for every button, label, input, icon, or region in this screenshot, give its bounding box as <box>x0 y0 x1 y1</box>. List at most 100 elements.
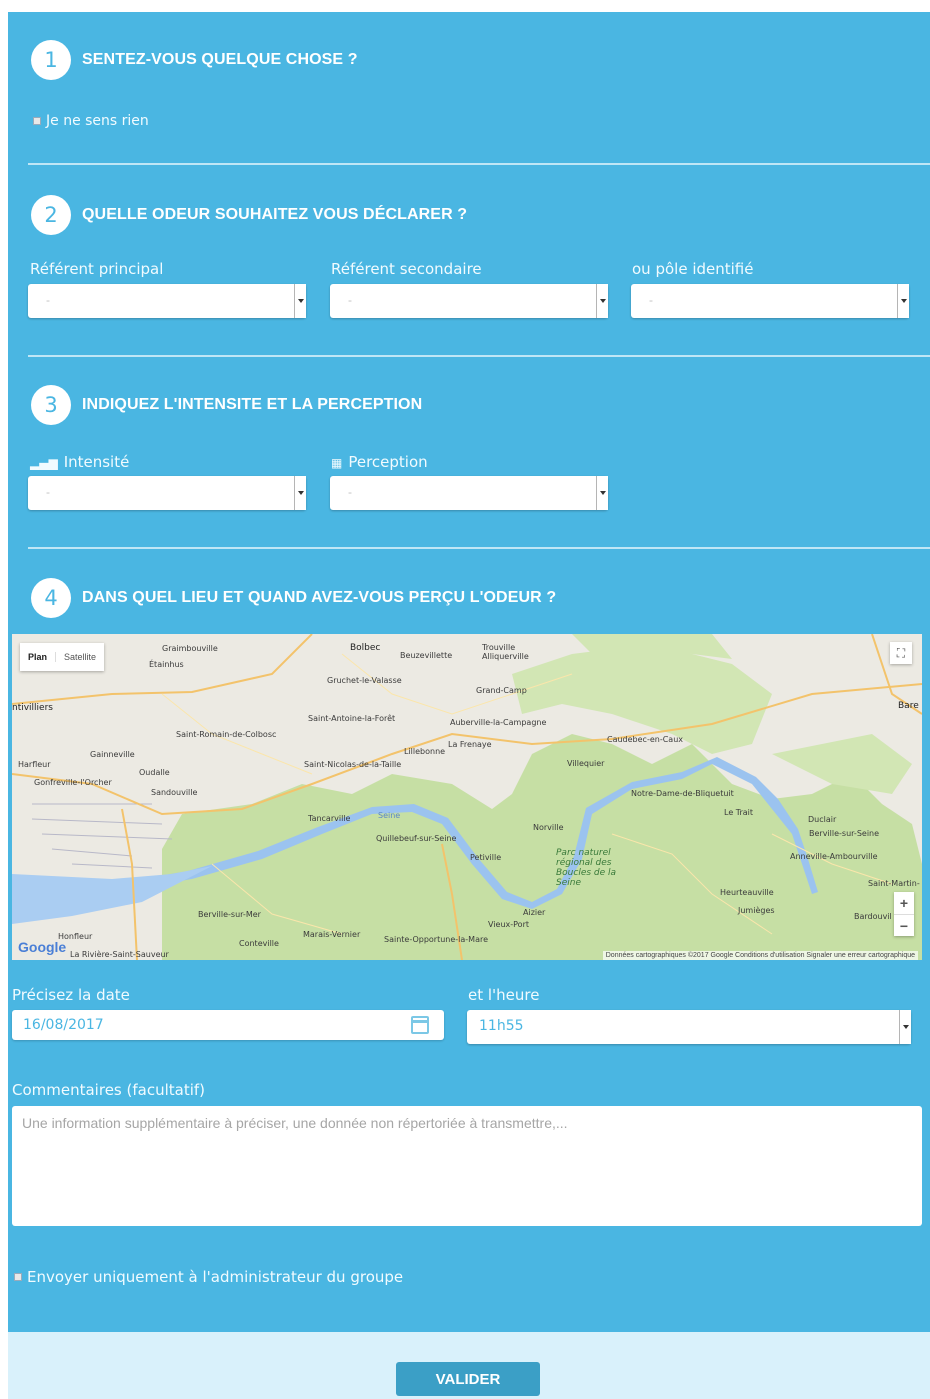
select-value: - <box>348 293 352 307</box>
step-title: QUELLE ODEUR SOUHAITEZ VOUS DÉCLARER ? <box>82 206 468 223</box>
map-label: Étainhus <box>149 660 184 669</box>
zoom-in-button[interactable]: + <box>894 892 914 914</box>
section-divider <box>28 355 930 357</box>
map-label: Bardouvil <box>854 912 892 921</box>
map-label: Saint-Romain-de-Colbosc <box>176 730 277 739</box>
table-grid-icon: ▦ <box>331 456 343 470</box>
comments-label: Commentaires (facultatif) <box>12 1081 206 1099</box>
map-label: Anneville-Ambourville <box>790 852 878 861</box>
chevron-down-icon[interactable] <box>294 476 306 510</box>
map-label: Saint-Antoine-la-Forêt <box>308 714 396 723</box>
map-label: Caudebec-en-Caux <box>607 735 684 744</box>
map-label: ntivilliers <box>12 703 53 713</box>
map-label: Bare <box>898 701 919 711</box>
map-label: Aizier <box>523 908 546 917</box>
map-attribution[interactable]: Données cartographiques ©2017 Google Con… <box>602 951 918 960</box>
comments-placeholder: Une information supplémentaire à précise… <box>22 1115 568 1131</box>
date-input[interactable]: 16/08/2017 <box>12 1010 444 1040</box>
admin-only-checkbox[interactable] <box>14 1273 22 1281</box>
map-label: Graimbouville <box>162 644 218 653</box>
identified-pole-select[interactable]: - <box>631 284 909 318</box>
map-label: Quillebeuf-sur-Seine <box>376 834 457 843</box>
map-label: Marais-Vernier <box>303 930 361 939</box>
map-label: Norville <box>533 823 564 832</box>
comments-textarea[interactable]: Une information supplémentaire à précise… <box>12 1106 922 1226</box>
map-label: Trouville Alliquerville <box>482 643 529 661</box>
map-label: La Frenaye <box>448 740 492 749</box>
date-value: 16/08/2017 <box>23 1017 104 1033</box>
map-label: Gruchet-le-Valasse <box>327 676 402 685</box>
time-label: et l'heure <box>468 986 540 1004</box>
chevron-down-icon[interactable] <box>897 284 909 318</box>
calendar-icon[interactable] <box>411 1016 429 1034</box>
map-label: Tancarville <box>308 814 351 823</box>
secondary-referent-label: Référent secondaire <box>331 260 482 278</box>
intensity-label: Intensité <box>63 453 130 471</box>
perception-label: Perception <box>348 453 428 471</box>
map-label: Oudalle <box>139 768 170 777</box>
signal-bars-icon: ▂▄▆ <box>30 456 58 470</box>
intensity-label-row: ▂▄▆ Intensité <box>30 453 129 471</box>
secondary-referent-select[interactable]: - <box>330 284 608 318</box>
step-number-badge: 3 <box>31 385 71 425</box>
chevron-down-icon[interactable] <box>596 476 608 510</box>
step-title: SENTEZ-VOUS QUELQUE CHOSE ? <box>82 51 358 68</box>
perception-label-row: ▦ Perception <box>331 453 428 471</box>
main-referent-select[interactable]: - <box>28 284 306 318</box>
section-divider <box>28 547 930 549</box>
date-label: Précisez la date <box>12 986 130 1004</box>
map-label: Saint-Martin- <box>868 879 920 888</box>
map-type-control[interactable]: Plan Satellite <box>20 643 105 671</box>
map-label: Berville-sur-Mer <box>198 910 261 919</box>
chevron-down-icon[interactable] <box>294 284 306 318</box>
select-value: - <box>46 293 50 307</box>
chevron-down-icon[interactable] <box>899 1010 911 1044</box>
intensity-select[interactable]: - <box>28 476 306 510</box>
no-smell-checkbox-row[interactable]: Je ne sens rien <box>33 113 149 129</box>
admin-only-checkbox-row[interactable]: Envoyer uniquement à l'administrateur du… <box>14 1268 403 1286</box>
select-value: - <box>649 293 653 307</box>
map-label: Lillebonne <box>404 747 446 756</box>
perception-select[interactable]: - <box>330 476 608 510</box>
no-smell-checkbox[interactable] <box>33 117 41 125</box>
map-label: Notre-Dame-de-Bliquetuit <box>631 789 734 798</box>
map-tiles <box>12 634 922 960</box>
map-label: Gonfreville-l'Orcher <box>34 778 112 787</box>
map-label: Gainneville <box>90 750 135 759</box>
map-label: Seine <box>378 811 401 820</box>
map-label: Le Trait <box>724 808 754 817</box>
map-label: Bolbec <box>350 643 381 653</box>
map-label: Saint-Nicolas-de-la-Taille <box>304 760 402 769</box>
step-3-header: 3 INDIQUEZ L'INTENSITE ET LA PERCEPTION <box>31 385 422 425</box>
zoom-out-button[interactable]: − <box>894 915 914 937</box>
map-label: Jumièges <box>738 906 775 915</box>
map-label: La Rivière-Saint-Sauveur <box>70 950 169 959</box>
map-label: Duclair <box>808 815 837 824</box>
submit-button[interactable]: VALIDER <box>396 1362 540 1396</box>
time-select[interactable]: 11h55 <box>467 1010 911 1044</box>
map-type-plan[interactable]: Plan <box>20 652 55 662</box>
map-label: Grand-Camp <box>476 686 527 695</box>
step-number-badge: 4 <box>31 578 71 618</box>
zoom-control[interactable]: + − <box>894 892 914 936</box>
map-label: Berville-sur-Seine <box>809 829 880 838</box>
location-map[interactable]: Plan Satellite ⛶ + − Graimbouville Étain… <box>12 634 922 960</box>
map-label: Auberville-la-Campagne <box>450 718 547 727</box>
step-title: DANS QUEL LIEU ET QUAND AVEZ-VOUS PERÇU … <box>82 589 557 606</box>
map-label: Beuzevillette <box>400 651 453 660</box>
chevron-down-icon[interactable] <box>596 284 608 318</box>
time-value: 11h55 <box>479 1018 524 1034</box>
admin-only-label: Envoyer uniquement à l'administrateur du… <box>27 1268 404 1286</box>
map-label: Harfleur <box>18 760 51 769</box>
no-smell-label: Je ne sens rien <box>46 113 149 129</box>
select-value: - <box>46 485 50 499</box>
map-label: Villequier <box>567 759 605 768</box>
step-number-badge: 1 <box>31 40 71 80</box>
fullscreen-icon[interactable]: ⛶ <box>890 642 912 664</box>
map-label: Conteville <box>239 939 279 948</box>
google-logo: Google <box>18 939 67 955</box>
identified-pole-label: ou pôle identifié <box>632 260 754 278</box>
map-type-satellite[interactable]: Satellite <box>55 652 104 662</box>
step-title: INDIQUEZ L'INTENSITE ET LA PERCEPTION <box>82 396 423 413</box>
select-value: - <box>348 485 352 499</box>
